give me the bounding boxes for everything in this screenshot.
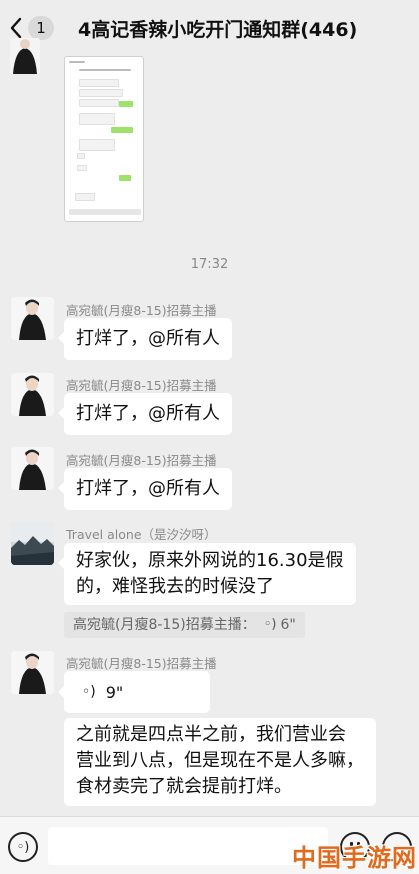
message-bubble[interactable]: 好家伙，原来外网说的16.30是假 的，难怪我去的时候没了 [58, 543, 356, 605]
voice-input-icon[interactable]: ◦) [8, 832, 38, 862]
message-text: 打烊了，@所有人 [76, 478, 220, 499]
message-bubble[interactable]: 打烊了，@所有人 [58, 468, 232, 510]
avatar[interactable] [10, 38, 40, 74]
sender-name: 高宛毓(月瘦8-15)招募主播 [66, 453, 217, 468]
unread-count-badge: 1 [28, 16, 54, 40]
message-text-line: 营业到八点，但是现在不是人多嘛， [76, 750, 364, 771]
voice-message-bubble[interactable]: ◦) 9" [58, 671, 210, 713]
chat-title[interactable]: 4高记香辣小吃开门通知群(446) [78, 15, 378, 42]
avatar[interactable] [11, 447, 54, 490]
message-text-line: 之前就是四点半之前，我们营业会 [76, 724, 346, 745]
avatar[interactable] [11, 373, 54, 416]
quoted-voice-message[interactable]: 高宛毓(月瘦8-15)招募主播： ◦) 6" [64, 612, 305, 638]
voice-duration: 9" [105, 682, 124, 702]
message-text-line: 的，难怪我去的时候没了 [76, 576, 274, 597]
sender-name: Travel alone（是汐汐呀） [66, 527, 217, 542]
site-watermark: 中国手游网 [292, 843, 417, 872]
message-text: 打烊了，@所有人 [76, 328, 220, 349]
message-bubble[interactable]: 之前就是四点半之前，我们营业会 营业到八点，但是现在不是人多嘛， 食材卖完了就会… [64, 718, 376, 806]
voice-wave-icon: ◦) [82, 684, 96, 700]
avatar[interactable] [11, 297, 54, 340]
avatar[interactable] [11, 651, 54, 694]
sender-name: 高宛毓(月瘦8-15)招募主播 [66, 656, 217, 671]
chat-timestamp: 17:32 [190, 257, 229, 272]
avatar[interactable] [11, 522, 54, 565]
sender-name: 高宛毓(月瘦8-15)招募主播 [66, 378, 217, 393]
message-bubble[interactable]: 打烊了，@所有人 [58, 393, 232, 435]
voice-wave-icon: ◦) [263, 617, 277, 632]
screenshot-image-message[interactable] [64, 56, 144, 222]
quoted-voice-duration: 6" [280, 617, 296, 633]
message-text: 打烊了，@所有人 [76, 403, 220, 424]
quoted-sender: 高宛毓(月瘦8-15)招募主播： [73, 617, 256, 633]
chat-header: 1 4高记香辣小吃开门通知群(446) [0, 0, 419, 56]
message-text-line: 食材卖完了就会提前打烊。 [76, 776, 292, 797]
message-bubble[interactable]: 打烊了，@所有人 [58, 318, 232, 360]
message-text-line: 好家伙，原来外网说的16.30是假 [76, 550, 344, 571]
message-input[interactable] [48, 827, 328, 865]
chevron-left-icon [8, 16, 24, 40]
sender-name: 高宛毓(月瘦8-15)招募主播 [66, 303, 217, 318]
